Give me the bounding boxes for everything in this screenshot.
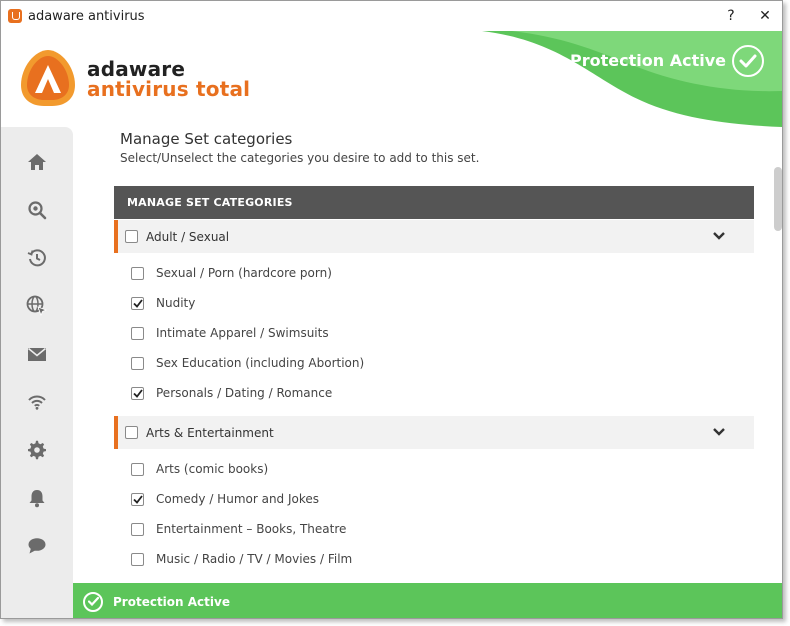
footer-check-icon (83, 591, 103, 612)
nav-wifi[interactable] (23, 388, 51, 416)
header-check-icon (732, 45, 764, 77)
group-checkbox[interactable] (125, 426, 138, 439)
page-subtitle: Select/Unselect the categories you desir… (120, 151, 480, 165)
email-icon (27, 347, 47, 361)
title-bar: adaware antivirus ? ✕ (1, 1, 782, 31)
header-protection-status: Protection Active (570, 51, 726, 70)
item-checkbox[interactable] (131, 552, 144, 566)
list-item[interactable]: Intimate Apparel / Swimsuits (131, 322, 329, 344)
chevron-down-icon[interactable] (712, 229, 726, 243)
sidebar-footer (1, 583, 73, 618)
adaware-logo-icon (21, 50, 75, 106)
nav-history[interactable] (23, 244, 51, 272)
close-button[interactable]: ✕ (748, 1, 782, 31)
help-button[interactable]: ? (714, 1, 748, 31)
window-title: adaware antivirus (28, 8, 145, 24)
list-item[interactable]: Personals / Dating / Romance (131, 382, 332, 404)
list-item[interactable]: Entertainment – Books, Theatre (131, 518, 346, 540)
app-window: adaware antivirus ? ✕ adaware antivirus … (0, 0, 783, 619)
history-icon (27, 249, 46, 267)
app-logo-icon (8, 9, 22, 23)
item-label: Arts (comic books) (156, 462, 269, 476)
window-controls: ? ✕ (714, 1, 782, 31)
list-item[interactable]: Sex Education (including Abortion) (131, 352, 364, 374)
list-item[interactable]: Sexual / Porn (hardcore porn) (131, 262, 332, 284)
category-group-adult-sexual[interactable]: Adult / Sexual (114, 220, 754, 253)
status-footer: Protection Active (73, 583, 782, 618)
nav-web-protection[interactable] (23, 292, 51, 320)
notifications-icon (29, 490, 45, 508)
brand-product: antivirus total (87, 77, 251, 101)
item-checkbox[interactable] (131, 462, 144, 476)
group-label: Adult / Sexual (146, 229, 230, 244)
categories-table-header: MANAGE SET CATEGORIES (114, 186, 754, 219)
page-title: Manage Set categories (120, 130, 293, 148)
header-wave-decoration (482, 31, 782, 127)
web-protection-icon (26, 295, 48, 317)
item-checkbox[interactable] (131, 522, 144, 536)
app-header: adaware antivirus total Protection Activ… (1, 31, 782, 127)
item-label: Music / Radio / TV / Movies / Film (156, 552, 353, 566)
nav-email[interactable] (23, 340, 51, 368)
item-label: Sexual / Porn (hardcore porn) (156, 266, 332, 280)
nav-notifications[interactable] (23, 484, 51, 512)
scrollbar-thumb[interactable] (774, 167, 782, 231)
chat-icon (28, 538, 46, 554)
item-label: Entertainment – Books, Theatre (156, 522, 347, 536)
list-item[interactable]: Arts (comic books) (131, 458, 268, 480)
item-label: Personals / Dating / Romance (156, 386, 333, 400)
chevron-down-icon[interactable] (712, 425, 726, 439)
vertical-scrollbar[interactable] (772, 127, 782, 583)
item-checkbox[interactable] (131, 266, 144, 280)
item-label: Nudity (156, 296, 196, 310)
list-item[interactable]: Comedy / Humor and Jokes (131, 488, 319, 510)
item-label: Intimate Apparel / Swimsuits (156, 326, 329, 340)
main-content: Manage Set categories Select/Unselect th… (73, 127, 782, 583)
settings-icon (28, 440, 46, 460)
item-checkbox[interactable] (131, 326, 144, 340)
nav-home[interactable] (23, 148, 51, 176)
wifi-icon (28, 395, 46, 410)
footer-protection-status: Protection Active (113, 594, 230, 609)
item-checkbox[interactable] (131, 356, 144, 370)
home-icon (28, 154, 46, 170)
category-group-arts-entertainment[interactable]: Arts & Entertainment (114, 416, 754, 449)
nav-scan[interactable] (23, 196, 51, 224)
group-label: Arts & Entertainment (146, 425, 274, 440)
list-item[interactable]: Nudity (131, 292, 195, 314)
nav-settings[interactable] (23, 436, 51, 464)
item-checkbox[interactable] (131, 492, 144, 506)
item-checkbox[interactable] (131, 296, 144, 310)
scan-icon (28, 201, 47, 220)
item-label: Sex Education (including Abortion) (156, 356, 365, 370)
sidebar-nav (1, 127, 73, 583)
item-checkbox[interactable] (131, 386, 144, 400)
group-checkbox[interactable] (125, 230, 138, 243)
list-item[interactable]: Music / Radio / TV / Movies / Film (131, 548, 352, 570)
item-label: Comedy / Humor and Jokes (156, 492, 320, 506)
nav-chat[interactable] (23, 532, 51, 560)
